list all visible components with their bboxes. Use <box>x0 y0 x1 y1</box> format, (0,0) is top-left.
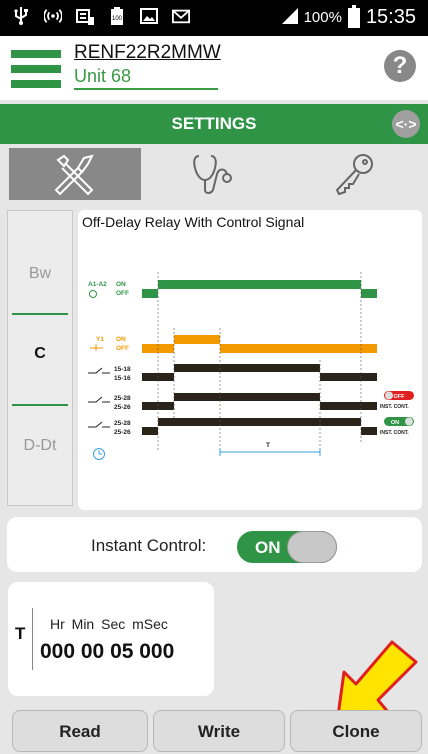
svg-text:100: 100 <box>112 16 123 22</box>
badge-off-text: OFF <box>394 394 406 400</box>
device-name[interactable]: RENF22R2MMW <box>74 42 221 64</box>
keyboard-icon <box>76 7 94 25</box>
timer-divider <box>32 608 33 670</box>
label-a1a2-off: OFF <box>116 290 129 297</box>
image-icon <box>140 7 158 25</box>
side-item-bw[interactable]: Bw <box>8 265 72 283</box>
key-icon <box>335 154 373 196</box>
tab-tools[interactable] <box>9 148 141 200</box>
label-2528: 25-28 <box>114 395 131 402</box>
signal-icon <box>281 7 298 28</box>
app-screen: 100 100% 15:35 RENF22R2MMW Unit 68 ? SET… <box>0 0 428 754</box>
write-button[interactable]: Write <box>153 710 285 752</box>
toggle-state-text: ON <box>255 538 281 557</box>
a1a2-on-level <box>158 280 361 289</box>
inst-cont-label: INST. CONT. <box>380 404 409 410</box>
pointer-arrow-icon <box>336 640 418 718</box>
function-side-menu: Bw C D-Dt <box>7 210 73 506</box>
hamburger-menu-icon[interactable] <box>11 50 61 88</box>
clone-button[interactable]: Clone <box>290 710 422 752</box>
usb-icon <box>12 7 30 25</box>
timing-diagram: Off-Delay Relay With Control Signal A1-A… <box>78 210 422 510</box>
clock-time: 15:35 <box>365 6 416 28</box>
label-a1a2: A1-A2 <box>88 281 107 288</box>
timer-label: T <box>15 624 26 643</box>
battery-full-icon: 100 <box>108 7 126 25</box>
label-2528: 25-28 <box>114 420 131 427</box>
t-interval-label: T <box>266 442 270 449</box>
a1a2-off-level <box>361 289 377 298</box>
instant-control-toggle[interactable]: ON <box>237 531 337 563</box>
wifi-tether-icon <box>44 7 62 25</box>
help-icon[interactable]: ? <box>384 50 416 82</box>
app-header: RENF22R2MMW Unit 68 ? <box>0 36 428 100</box>
label-2526: 25-26 <box>114 404 131 411</box>
y1-off-level <box>220 344 377 353</box>
status-bar: 100 100% 15:35 <box>0 0 428 36</box>
settings-title: SETTINGS <box>171 114 257 133</box>
y1-on-level <box>174 335 220 344</box>
stethoscope-icon <box>193 155 232 194</box>
a1a2-clock-icon <box>89 290 97 298</box>
contact-2528-icon <box>88 421 110 428</box>
side-item-d-dt[interactable]: D-Dt <box>8 437 72 455</box>
tab-diagnostics[interactable] <box>148 148 280 200</box>
label-2526: 25-26 <box>114 429 131 436</box>
timing-chart: A1-A2 ON OFF Y1 ON OFF 15-18 15-16 25-28… <box>88 272 414 460</box>
instant-control-label: Instant Control: <box>91 536 207 555</box>
badge-on-text: ON <box>391 420 399 426</box>
unit-name: Unit 68 <box>74 66 132 86</box>
contact-2528-icon <box>88 396 110 403</box>
timer-value[interactable]: 000 00 05 000 <box>40 640 174 664</box>
toggle-knob <box>287 531 337 563</box>
settings-tabs <box>0 144 428 204</box>
side-divider <box>12 404 68 406</box>
label-y1-off: OFF <box>116 345 129 352</box>
battery-icon <box>347 4 360 28</box>
a1a2-off-level <box>142 289 158 298</box>
unit-underline <box>74 88 218 90</box>
read-button[interactable]: Read <box>12 710 148 752</box>
contact-1518-icon <box>88 367 110 374</box>
sync-icon[interactable]: <·> <box>392 110 420 138</box>
tools-icon <box>54 154 94 196</box>
side-item-c[interactable]: C <box>8 345 72 363</box>
gmail-icon <box>172 7 190 25</box>
label-1518: 15-18 <box>114 366 131 373</box>
settings-bar: SETTINGS <·> <box>0 104 428 144</box>
battery-percent: 100% <box>303 9 342 26</box>
y1-switch-icon <box>90 344 103 351</box>
inst-cont-label: INST. CONT. <box>380 430 409 436</box>
label-1516: 15-16 <box>114 375 131 382</box>
timer-card[interactable]: T Hr Min Sec mSec 000 00 05 000 <box>8 582 214 696</box>
side-divider <box>12 313 68 315</box>
label-y1: Y1 <box>96 336 104 343</box>
label-y1-on: ON <box>116 336 126 343</box>
instant-control-panel: Instant Control: ON <box>7 517 422 572</box>
label-a1a2-on: ON <box>116 281 126 288</box>
tab-security[interactable] <box>288 148 420 200</box>
timer-units: Hr Min Sec mSec <box>50 616 168 632</box>
